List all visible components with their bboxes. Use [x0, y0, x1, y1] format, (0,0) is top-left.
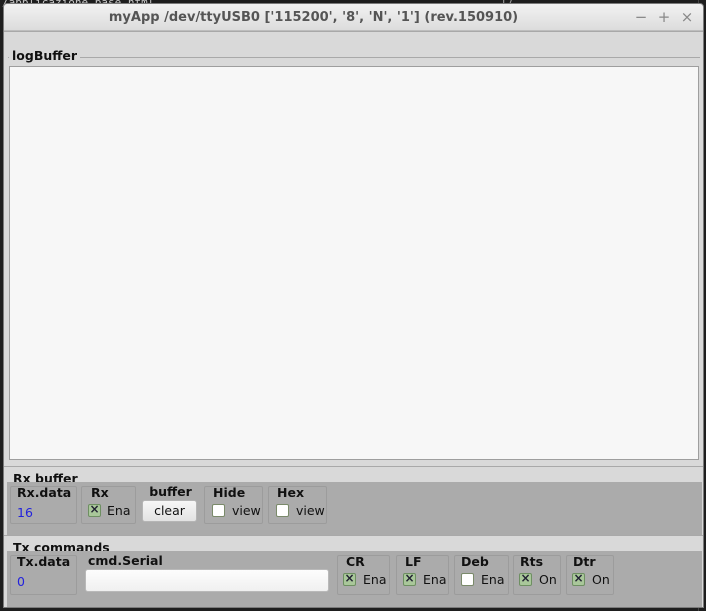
tx-data-label: Tx.data	[17, 554, 71, 569]
deb-enable-option: Ena	[481, 572, 505, 587]
window-body: logBuffer Rx buffer Rx.data 16 Rx Ena bu…	[4, 32, 703, 607]
rx-enable-label: Rx	[91, 485, 109, 500]
rts-cell: Rts On	[513, 554, 561, 595]
hex-view-option: view	[296, 503, 325, 518]
cr-cell: CR Ena	[337, 554, 390, 595]
lf-enable-checkbox[interactable]	[403, 571, 416, 586]
hide-view-option: view	[232, 503, 261, 518]
cmd-serial-label: cmd.Serial	[88, 553, 163, 568]
rx-panel: Rx.data 16 Rx Ena buffer clear Hide view…	[7, 482, 702, 535]
rts-on-checkbox[interactable]	[519, 571, 532, 586]
clear-button[interactable]: clear	[142, 500, 197, 522]
dtr-label: Dtr	[573, 554, 596, 569]
hide-label: Hide	[213, 485, 246, 500]
dtr-on-option: On	[592, 572, 610, 587]
rx-data-cell: Rx.data 16	[10, 485, 77, 524]
close-icon[interactable]: ×	[678, 8, 696, 26]
lf-cell: LF Ena	[396, 554, 449, 595]
tx-group-line	[4, 535, 703, 536]
tx-panel: Tx.data 0 cmd.Serial CR Ena LF Ena Deb E	[7, 551, 702, 607]
hex-cell: Hex view	[268, 485, 327, 524]
log-buffer-text-area[interactable]	[9, 66, 699, 460]
hide-cell: Hide view	[204, 485, 263, 524]
deb-label: Deb	[461, 554, 489, 569]
cr-enable-option: Ena	[363, 572, 387, 587]
title-bar[interactable]: myApp /dev/ttyUSB0 ['115200', '8', 'N', …	[4, 4, 703, 31]
rx-group-line	[4, 466, 703, 467]
deb-cell: Deb Ena	[454, 554, 509, 595]
rx-enable-cell: Rx Ena	[81, 485, 136, 524]
buffer-label: buffer	[149, 484, 192, 499]
lf-enable-option: Ena	[423, 572, 447, 587]
cmd-serial-cell: cmd.Serial	[82, 553, 334, 595]
hide-view-checkbox[interactable]	[212, 504, 225, 517]
log-group-line	[8, 57, 700, 58]
rx-enable-checkbox[interactable]	[88, 502, 101, 517]
rx-enable-option: Ena	[107, 503, 131, 518]
cr-label: CR	[346, 554, 365, 569]
window-title: myApp /dev/ttyUSB0 ['115200', '8', 'N', …	[108, 10, 519, 25]
rx-data-label: Rx.data	[17, 485, 72, 500]
dtr-on-checkbox[interactable]	[572, 571, 585, 586]
hex-view-checkbox[interactable]	[276, 504, 289, 517]
deb-enable-checkbox[interactable]	[461, 573, 474, 586]
dtr-cell: Dtr On	[566, 554, 614, 595]
log-group-title: logBuffer	[9, 48, 81, 63]
app-window: myApp /dev/ttyUSB0 ['115200', '8', 'N', …	[3, 3, 704, 608]
buffer-cell: buffer clear	[139, 484, 202, 524]
minimize-icon[interactable]: −	[632, 8, 650, 26]
maximize-icon[interactable]: +	[655, 8, 673, 26]
tx-data-value: 0	[17, 574, 25, 589]
rts-label: Rts	[520, 554, 544, 569]
hex-label: Hex	[277, 485, 305, 500]
lf-label: LF	[405, 554, 422, 569]
rx-data-value: 16	[17, 505, 33, 520]
cr-enable-checkbox[interactable]	[343, 571, 356, 586]
rts-on-option: On	[539, 572, 557, 587]
tx-data-cell: Tx.data 0	[10, 554, 77, 595]
cmd-serial-input[interactable]	[85, 569, 329, 592]
